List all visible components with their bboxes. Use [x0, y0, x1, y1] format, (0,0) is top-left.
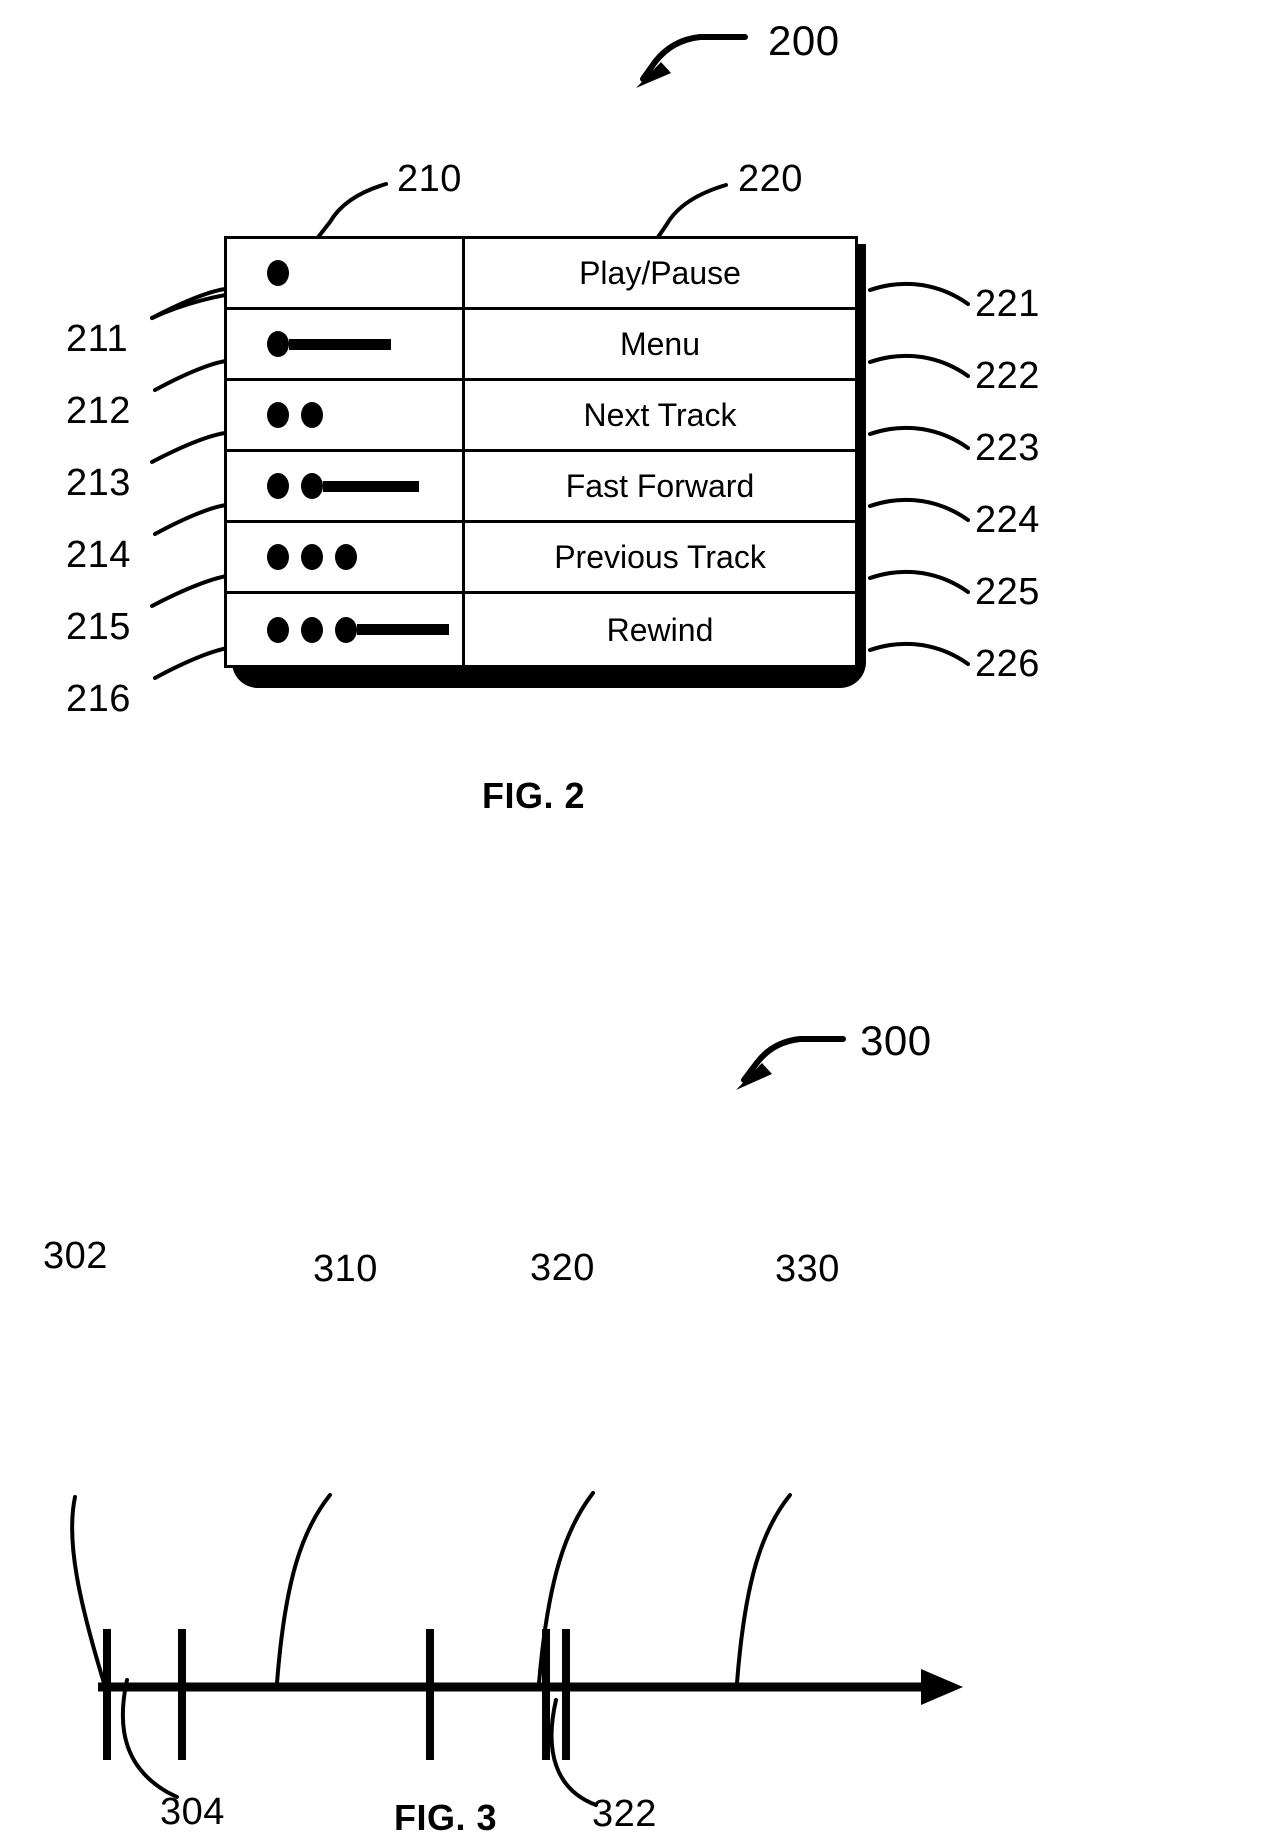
ref-221-label: 221: [975, 283, 1040, 325]
ref-300-label: 300: [860, 1017, 932, 1064]
timeline-ticks: [103, 1629, 570, 1760]
command-label-cell: Next Track: [583, 397, 737, 433]
ref-330-label: 330: [775, 1248, 840, 1290]
hold-bar-icon: [357, 624, 449, 635]
tap-dot-icon: [267, 402, 289, 428]
hold-bar-icon: [323, 480, 419, 492]
ref-304-label: 304: [160, 1791, 225, 1833]
ref-225-label: 225: [975, 571, 1040, 613]
ref-210-label: 210: [397, 158, 462, 200]
gesture-pattern-cell: [227, 381, 465, 449]
tap-dot-icon: [301, 473, 323, 499]
ref-212-leader: [153, 359, 229, 392]
hold-bar-icon: [289, 338, 391, 350]
table-row: Rewind: [227, 594, 855, 665]
tap-dot-icon: [267, 616, 289, 643]
ref-304-leader: [120, 1678, 179, 1799]
assembly-300-leader: [741, 1036, 846, 1083]
ref-322-label: 322: [592, 1793, 657, 1835]
figure-2-caption: FIG. 2: [482, 775, 586, 816]
assembly-200-leader: [640, 34, 748, 82]
ref-310-label: 310: [313, 1248, 378, 1290]
table-row: Menu: [227, 310, 855, 381]
figure-3-caption: FIG. 3: [394, 1797, 498, 1838]
ref-213-leader: [150, 431, 228, 464]
tap-dot-icon: [301, 616, 323, 643]
table-row: Play/Pause: [227, 239, 855, 310]
command-label-cell: Previous Track: [554, 539, 766, 575]
tap-dot-icon: [267, 544, 289, 570]
ref-212-label: 212: [66, 390, 131, 432]
ref-216-leader: [153, 646, 230, 680]
ref-220-label: 220: [738, 158, 803, 200]
ref-322-leader: [549, 1698, 598, 1807]
assembly-300-arrowhead: [736, 1063, 772, 1090]
ref-225-leader: [868, 569, 970, 594]
patent-drawing-sheet: Play/Pause Menu Next Track Fast Forward: [0, 0, 1270, 1848]
table-row: Previous Track: [227, 523, 855, 594]
ref-224-leader: [868, 497, 970, 522]
ref-211-label: 211: [66, 318, 129, 360]
tap-dot-icon: [267, 331, 289, 357]
ref-320-label: 320: [530, 1247, 595, 1289]
ref-320-leader: [537, 1491, 595, 1685]
ref-302-leader: [70, 1495, 110, 1698]
ref-223-leader: [868, 425, 970, 450]
ref-214-label: 214: [66, 534, 131, 576]
ref-224-label: 224: [975, 499, 1040, 541]
gesture-pattern-cell: [227, 239, 465, 307]
tap-dot-icon: [335, 544, 357, 570]
gesture-pattern-cell: [227, 310, 465, 378]
ref-302-label: 302: [43, 1235, 108, 1277]
tap-dot-icon: [267, 473, 289, 499]
command-label-cell: Menu: [619, 326, 701, 362]
tap-dot-icon: [301, 544, 323, 570]
ref-330-leader: [735, 1493, 792, 1685]
ref-226-label: 226: [975, 643, 1040, 685]
ref-222-label: 222: [975, 355, 1040, 397]
ref-214-leader: [153, 503, 229, 536]
gesture-pattern-cell: [227, 594, 465, 665]
ref-216-label: 216: [66, 678, 131, 720]
tap-dot-icon: [301, 402, 323, 428]
gesture-command-table: Play/Pause Menu Next Track Fast Forward: [224, 236, 858, 668]
ref-310-leader: [275, 1493, 332, 1685]
gesture-pattern-cell: [227, 523, 465, 591]
ref-215-label: 215: [66, 606, 131, 648]
tap-dot-icon: [267, 260, 289, 286]
ref-215-leader: [150, 574, 229, 608]
ref-223-label: 223: [975, 427, 1040, 469]
ref-221-leader: [868, 281, 970, 306]
ref-213-label: 213: [66, 462, 131, 504]
gesture-pattern-cell: [227, 452, 465, 520]
command-label-cell: Play/Pause: [579, 255, 741, 291]
table-row: Fast Forward: [227, 452, 855, 523]
assembly-200-arrowhead: [636, 62, 671, 88]
timeline-arrowhead: [921, 1669, 963, 1705]
table-row: Next Track: [227, 381, 855, 452]
tap-dot-icon: [335, 616, 357, 643]
command-label-cell: Fast Forward: [565, 468, 755, 504]
ref-200-label: 200: [768, 17, 840, 64]
ref-226-leader: [868, 641, 970, 666]
ref-222-leader: [868, 353, 970, 378]
command-label-cell: Rewind: [606, 611, 714, 648]
